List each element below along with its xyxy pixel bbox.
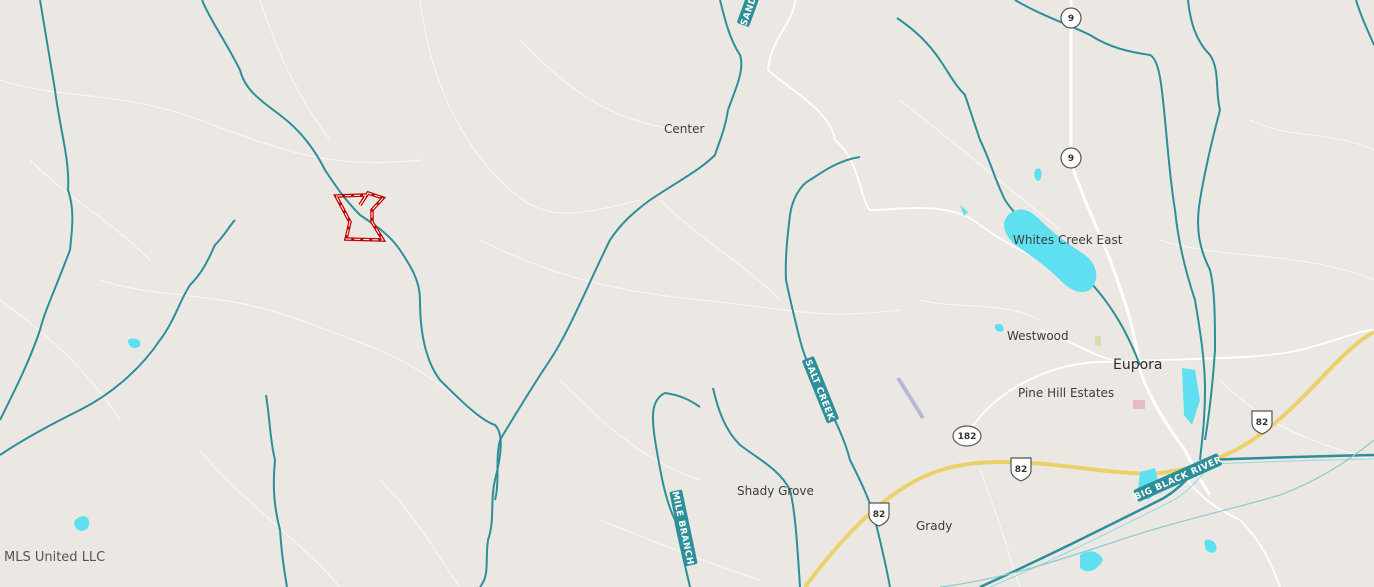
shield-us82-east: 82 xyxy=(1251,410,1273,435)
shield-us82-east-label: 82 xyxy=(1256,418,1269,428)
pink-landuse xyxy=(1133,400,1145,409)
shield-hwy182: 182 xyxy=(952,425,982,447)
place-whites-creek-east: Whites Creek East xyxy=(1013,233,1123,247)
shield-us82-southwest-label: 82 xyxy=(873,510,886,520)
place-pine-hill-estates: Pine Hill Estates xyxy=(1018,386,1114,400)
place-westwood: Westwood xyxy=(1007,329,1069,343)
map-attribution: MLS United LLC xyxy=(4,550,106,565)
green-landuse xyxy=(1095,336,1101,346)
place-shady-grove: Shady Grove xyxy=(737,484,814,498)
shield-hwy9-south-label: 9 xyxy=(1068,154,1074,164)
shield-us82-southwest: 82 xyxy=(868,502,890,527)
shield-hwy9-south: 9 xyxy=(1060,147,1082,169)
land-background xyxy=(0,0,1374,587)
place-grady: Grady xyxy=(916,519,952,533)
shield-hwy9-north: 9 xyxy=(1060,7,1082,29)
place-center: Center xyxy=(664,122,704,136)
map-canvas[interactable]: 9 9 182 82 82 82 SAND SALT CREEK MILE BR… xyxy=(0,0,1374,587)
place-eupora: Eupora xyxy=(1113,357,1163,373)
shield-hwy182-label: 182 xyxy=(958,432,977,442)
shield-us82-central-label: 82 xyxy=(1015,465,1028,475)
shield-us82-central: 82 xyxy=(1010,457,1032,482)
shield-hwy9-north-label: 9 xyxy=(1068,14,1074,24)
